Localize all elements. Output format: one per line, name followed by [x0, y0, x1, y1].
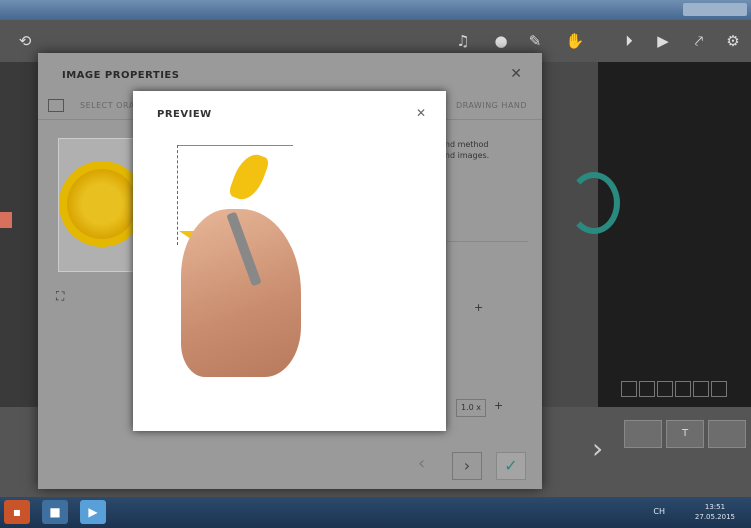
language-indicator[interactable]: CH	[653, 507, 665, 516]
confirm-button[interactable]: ✓	[496, 452, 526, 480]
start-app-icon[interactable]: ▪	[4, 500, 30, 524]
next-chevron-icon[interactable]: ›	[592, 432, 603, 465]
share-icon[interactable]: ⤤	[688, 30, 710, 52]
guide-line	[177, 145, 293, 146]
tab-drawing-hand[interactable]: DRAWING HAND	[456, 101, 527, 110]
preview-close-button[interactable]: ✕	[416, 106, 426, 120]
divider	[438, 241, 528, 242]
right-controls[interactable]	[620, 378, 746, 402]
settings-icon[interactable]: ⚙	[722, 30, 744, 52]
back-icon[interactable]: ⟲	[14, 30, 36, 52]
play-icon[interactable]: ▶	[652, 30, 674, 52]
music-icon[interactable]: ♫	[452, 30, 474, 52]
hand-icon[interactable]: ✋	[564, 30, 586, 52]
image-thumbnail[interactable]	[58, 138, 144, 272]
guide-line-vertical	[177, 145, 179, 245]
media-player-icon[interactable]: ▶	[80, 500, 106, 524]
mic-icon[interactable]: ●	[490, 30, 512, 52]
flame-shape	[227, 149, 271, 205]
description-text: and method and images.	[440, 140, 490, 160]
preview-modal: PREVIEW ✕	[133, 91, 446, 431]
prev-button[interactable]: ‹	[418, 453, 425, 474]
preview-canvas	[173, 139, 313, 379]
zoom-value[interactable]: 1.0 x	[456, 399, 486, 417]
pen-icon[interactable]: ✎	[524, 30, 546, 52]
crop-icon[interactable]: ⛶	[56, 289, 64, 304]
window-titlebar	[0, 0, 751, 20]
canvas-art	[568, 172, 620, 234]
window-controls[interactable]	[683, 3, 747, 16]
preview-title: PREVIEW	[157, 109, 212, 120]
zoom-plus-button[interactable]: +	[494, 399, 503, 412]
image-button[interactable]	[624, 420, 662, 448]
right-preview-panel	[568, 62, 751, 407]
play-from-icon[interactable]: ⏵	[618, 30, 640, 52]
windows-taskbar: ▪ ■ ▶ CH 13:51 27.05.2015	[0, 497, 751, 528]
dialog-close-button[interactable]: ✕	[510, 66, 522, 82]
system-clock[interactable]: 13:51 27.05.2015	[695, 502, 735, 522]
left-tag	[0, 212, 12, 228]
explorer-app-icon[interactable]: ■	[42, 500, 68, 524]
next-button[interactable]: ›	[452, 452, 482, 480]
sun-image	[67, 169, 137, 239]
text-button[interactable]: T	[666, 420, 704, 448]
image-icon[interactable]	[48, 99, 64, 112]
video-button[interactable]	[708, 420, 746, 448]
increase-button[interactable]: +	[474, 301, 483, 314]
dialog-title: IMAGE PROPERTIES	[62, 70, 180, 81]
